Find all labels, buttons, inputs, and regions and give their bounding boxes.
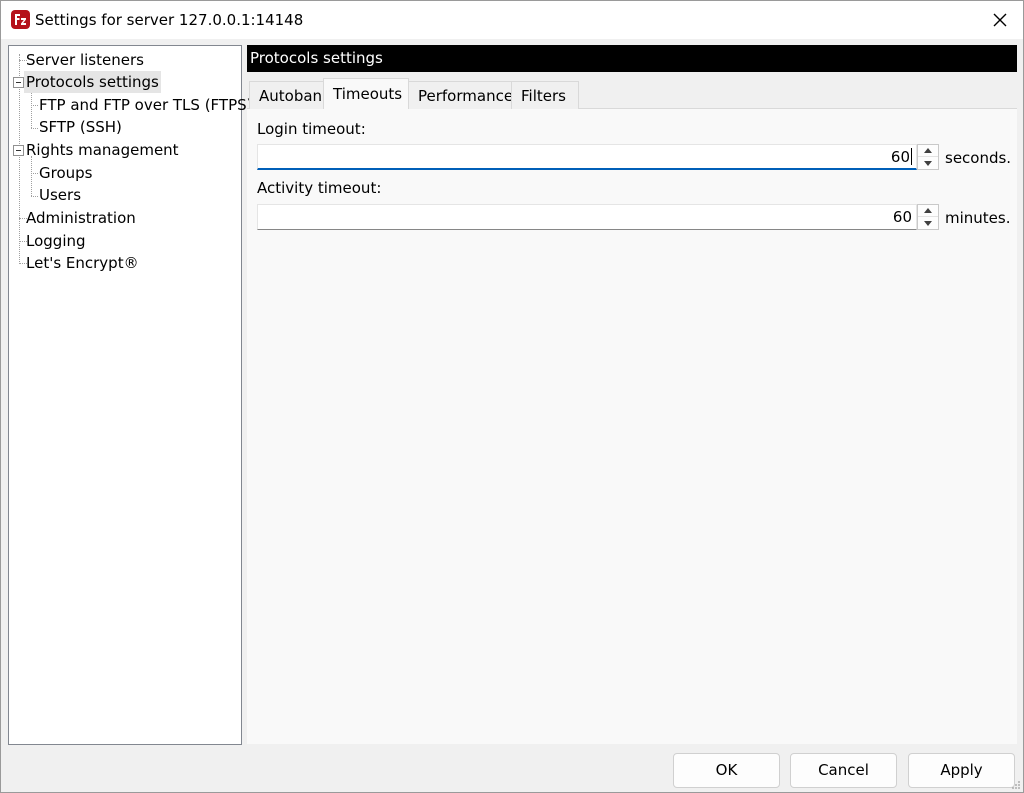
activity-timeout-down[interactable] [918, 217, 938, 229]
arrow-down-icon [924, 220, 932, 226]
tree-line [31, 156, 32, 196]
close-button[interactable] [977, 1, 1023, 39]
activity-timeout-unit: minutes. [945, 209, 1011, 227]
arrow-up-icon [924, 208, 932, 213]
collapse-rights-icon[interactable] [13, 145, 24, 156]
activity-timeout-up[interactable] [918, 205, 938, 217]
login-timeout-value: 60 [890, 148, 910, 166]
tree-item-rights-management[interactable]: Rights management [24, 139, 181, 161]
apply-button[interactable]: Apply [908, 753, 1015, 788]
ok-button[interactable]: OK [673, 753, 780, 788]
login-timeout-down[interactable] [918, 157, 938, 169]
arrow-up-icon [924, 148, 932, 153]
tree-item-groups[interactable]: Groups [37, 162, 94, 184]
tree-item-ftp-ftps[interactable]: FTP and FTP over TLS (FTPS) [37, 94, 255, 116]
tree-item-administration[interactable]: Administration [24, 207, 138, 229]
resize-grip-icon[interactable] [1011, 780, 1021, 790]
panel-title: Protocols settings [247, 45, 1017, 72]
tab-timeouts[interactable]: Timeouts [323, 78, 409, 109]
tree-item-sftp[interactable]: SFTP (SSH) [37, 116, 124, 138]
text-caret [911, 148, 912, 165]
activity-timeout-label: Activity timeout: [257, 179, 382, 197]
window-title: Settings for server 127.0.0.1:14148 [35, 11, 304, 29]
login-timeout-unit: seconds. [945, 149, 1012, 167]
close-icon [993, 13, 1007, 27]
tree-item-logging[interactable]: Logging [24, 230, 88, 252]
login-timeout-up[interactable] [918, 145, 938, 157]
tree-item-lets-encrypt[interactable]: Let's Encrypt® [24, 252, 141, 274]
login-timeout-spinner[interactable] [917, 144, 939, 170]
settings-tree[interactable]: Server listeners Protocols settings FTP … [8, 45, 253, 745]
tree-line [31, 88, 32, 128]
tree-item-server-listeners[interactable]: Server listeners [24, 49, 146, 71]
login-timeout-label: Login timeout: [257, 120, 366, 138]
arrow-down-icon [924, 160, 932, 166]
login-timeout-input[interactable]: 60 [257, 144, 917, 170]
tree-item-users[interactable]: Users [37, 184, 83, 206]
activity-timeout-input[interactable]: 60 [257, 204, 917, 230]
filezilla-server-icon [10, 9, 31, 30]
tab-autoban[interactable]: Autoban [249, 81, 324, 109]
title-bar: Settings for server 127.0.0.1:14148 [1, 1, 1023, 39]
tab-content-timeouts: Login timeout: 60 seconds. Activity time… [247, 108, 1017, 744]
activity-timeout-spinner[interactable] [917, 204, 939, 230]
activity-timeout-value: 60 [892, 208, 912, 226]
cancel-button[interactable]: Cancel [790, 753, 897, 788]
settings-window: Settings for server 127.0.0.1:14148 Serv… [0, 0, 1024, 793]
tree-item-protocols-settings[interactable]: Protocols settings [24, 71, 161, 93]
tab-filters[interactable]: Filters [511, 81, 579, 109]
tab-performance[interactable]: Performance [408, 81, 513, 109]
collapse-protocols-icon[interactable] [13, 77, 24, 88]
